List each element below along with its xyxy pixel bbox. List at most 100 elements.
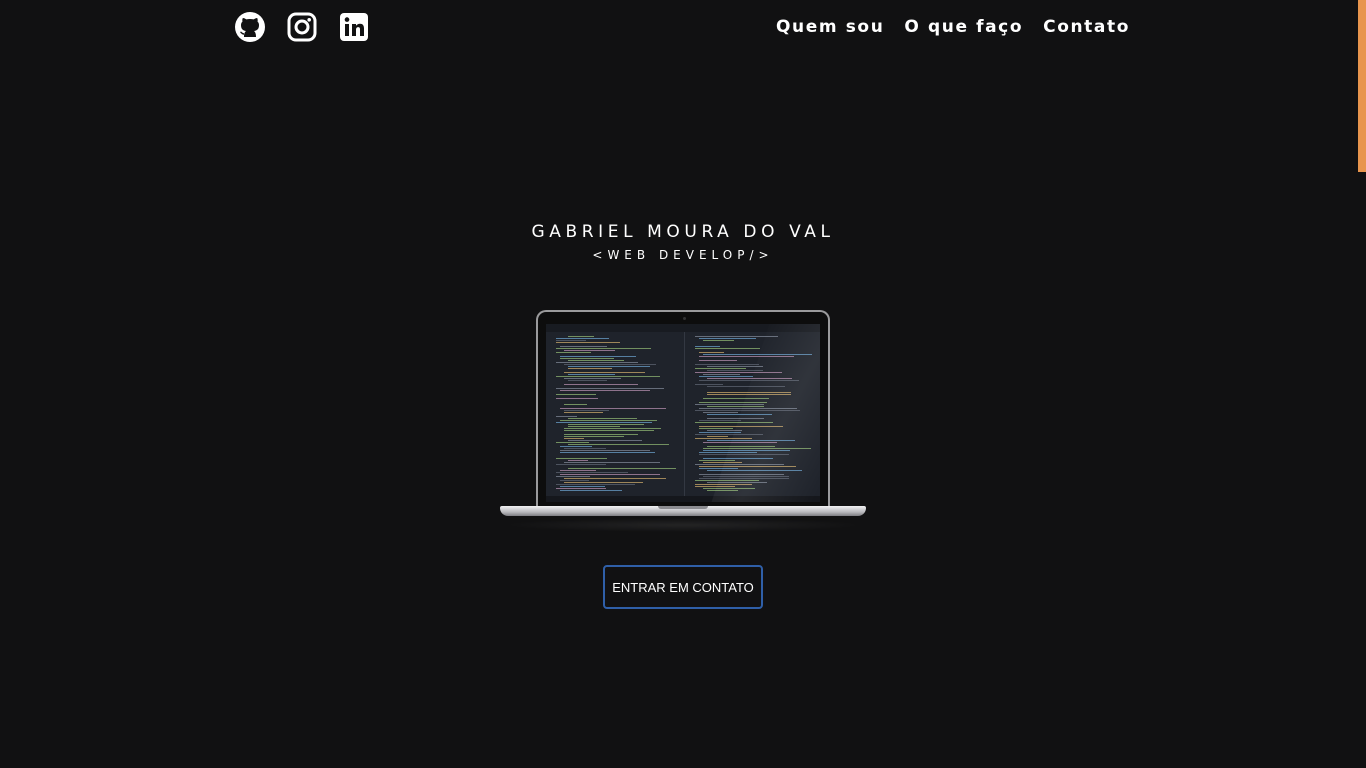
code-line (695, 348, 760, 349)
code-line (560, 490, 622, 491)
code-line (564, 438, 584, 439)
code-line (556, 472, 628, 473)
github-link[interactable] (234, 11, 266, 43)
linkedin-icon (340, 13, 368, 41)
code-line (556, 342, 620, 343)
laptop-lid (536, 310, 830, 507)
code-line (556, 484, 635, 485)
github-icon (235, 12, 265, 42)
code-line (564, 410, 609, 411)
nav-link-o-que-faco[interactable]: O que faço (904, 17, 1023, 37)
code-line (556, 476, 590, 477)
code-line (556, 488, 606, 489)
code-line (568, 468, 676, 469)
laptop-reflection (504, 518, 862, 532)
code-line (560, 446, 592, 447)
code-line (707, 436, 728, 437)
code-line (699, 420, 741, 421)
code-line (564, 434, 638, 435)
laptop-code-editor-image (500, 310, 866, 532)
code-line (568, 460, 588, 461)
code-line (556, 458, 607, 459)
code-line (564, 436, 624, 437)
scroll-indicator[interactable] (1358, 0, 1366, 172)
code-line (568, 418, 637, 419)
instagram-icon (287, 12, 317, 42)
linkedin-link[interactable] (338, 11, 370, 43)
code-line (560, 346, 607, 347)
code-line (560, 486, 605, 487)
hero-name: GABRIEL MOURA DO VAL (531, 222, 835, 242)
code-line (556, 442, 589, 443)
editor-pane-left (546, 332, 682, 496)
code-line (703, 340, 734, 341)
code-line (564, 372, 645, 373)
page: Quem sou O que faço Contato GABRIEL MOUR… (0, 0, 1366, 768)
code-line (568, 368, 612, 369)
code-line (556, 348, 651, 349)
code-line (564, 404, 587, 405)
code-line (556, 376, 660, 377)
code-line (699, 428, 733, 429)
code-line (568, 336, 594, 337)
code-line (560, 420, 657, 421)
code-line (560, 470, 596, 471)
code-line (560, 452, 655, 453)
code-line (560, 480, 589, 481)
code-line (564, 428, 661, 429)
code-line (699, 376, 753, 377)
code-line (556, 464, 606, 465)
code-line (556, 388, 664, 389)
social-links (234, 11, 370, 43)
code-line (699, 352, 724, 353)
code-line (568, 366, 650, 367)
contact-cta-button[interactable]: ENTRAR EM CONTATO (603, 565, 763, 609)
code-line (560, 450, 650, 451)
code-line (564, 378, 621, 379)
code-line (568, 360, 624, 361)
code-line (560, 356, 636, 357)
code-line (564, 478, 666, 479)
code-line (568, 440, 642, 441)
code-line (556, 394, 596, 395)
code-line (699, 338, 756, 339)
code-line (556, 398, 598, 399)
code-line (564, 364, 656, 365)
code-line (568, 426, 620, 427)
code-line (564, 462, 660, 463)
nav-link-contato[interactable]: Contato (1043, 17, 1130, 37)
code-line (560, 358, 614, 359)
laptop-notch (658, 506, 708, 509)
code-line (564, 412, 603, 413)
code-line (560, 474, 660, 475)
code-line (560, 390, 650, 391)
code-line (695, 346, 720, 347)
code-line (568, 380, 607, 381)
code-line (556, 338, 609, 339)
code-line (564, 482, 643, 483)
code-line (703, 374, 740, 375)
hero-role: <WEB DEVELOP/> (592, 248, 774, 262)
code-line (556, 340, 586, 341)
code-line (556, 352, 591, 353)
code-line (560, 408, 666, 409)
code-line (568, 374, 615, 375)
code-line (564, 350, 615, 351)
main-nav: Quem sou O que faço Contato (776, 17, 1130, 37)
code-line (556, 362, 638, 363)
code-line (556, 416, 577, 417)
code-line (564, 448, 606, 449)
laptop-screen (546, 324, 820, 502)
code-line (703, 412, 738, 413)
code-line (695, 384, 723, 385)
code-line (695, 364, 759, 365)
code-line (695, 368, 746, 369)
nav-link-quem-sou[interactable]: Quem sou (776, 17, 884, 37)
code-line (568, 444, 669, 445)
instagram-link[interactable] (286, 11, 318, 43)
code-line (568, 424, 644, 425)
code-line (699, 360, 737, 361)
code-line (564, 384, 638, 385)
code-line (564, 430, 654, 431)
code-line (556, 422, 652, 423)
